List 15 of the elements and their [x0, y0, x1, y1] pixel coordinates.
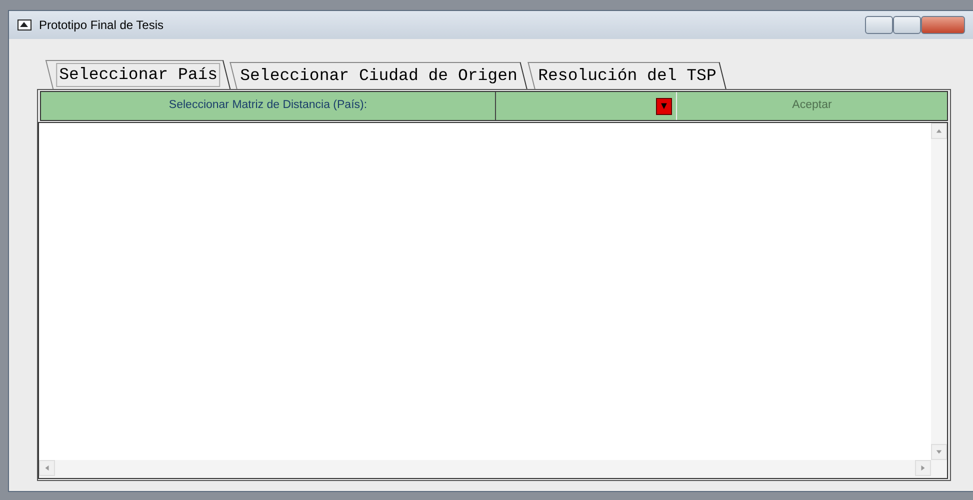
scroll-down-icon[interactable] — [931, 444, 947, 460]
app-icon — [17, 18, 33, 32]
vertical-scrollbar[interactable] — [931, 123, 947, 460]
close-button[interactable] — [921, 16, 965, 34]
maximize-button[interactable] — [893, 16, 921, 34]
tab[interactable]: Seleccionar Ciudad de Origen — [230, 62, 528, 89]
scroll-left-icon[interactable] — [39, 460, 55, 476]
scroll-up-icon[interactable] — [931, 123, 947, 139]
scrollbar-corner — [931, 460, 947, 478]
minimize-button[interactable] — [865, 16, 893, 34]
scroll-right-icon[interactable] — [915, 460, 931, 476]
tab[interactable]: Resolución del TSP — [527, 62, 726, 89]
window-title: Prototipo Final de Tesis — [39, 17, 164, 34]
tab[interactable]: Seleccionar País — [45, 60, 232, 89]
horizontal-scrollbar[interactable] — [39, 460, 931, 478]
